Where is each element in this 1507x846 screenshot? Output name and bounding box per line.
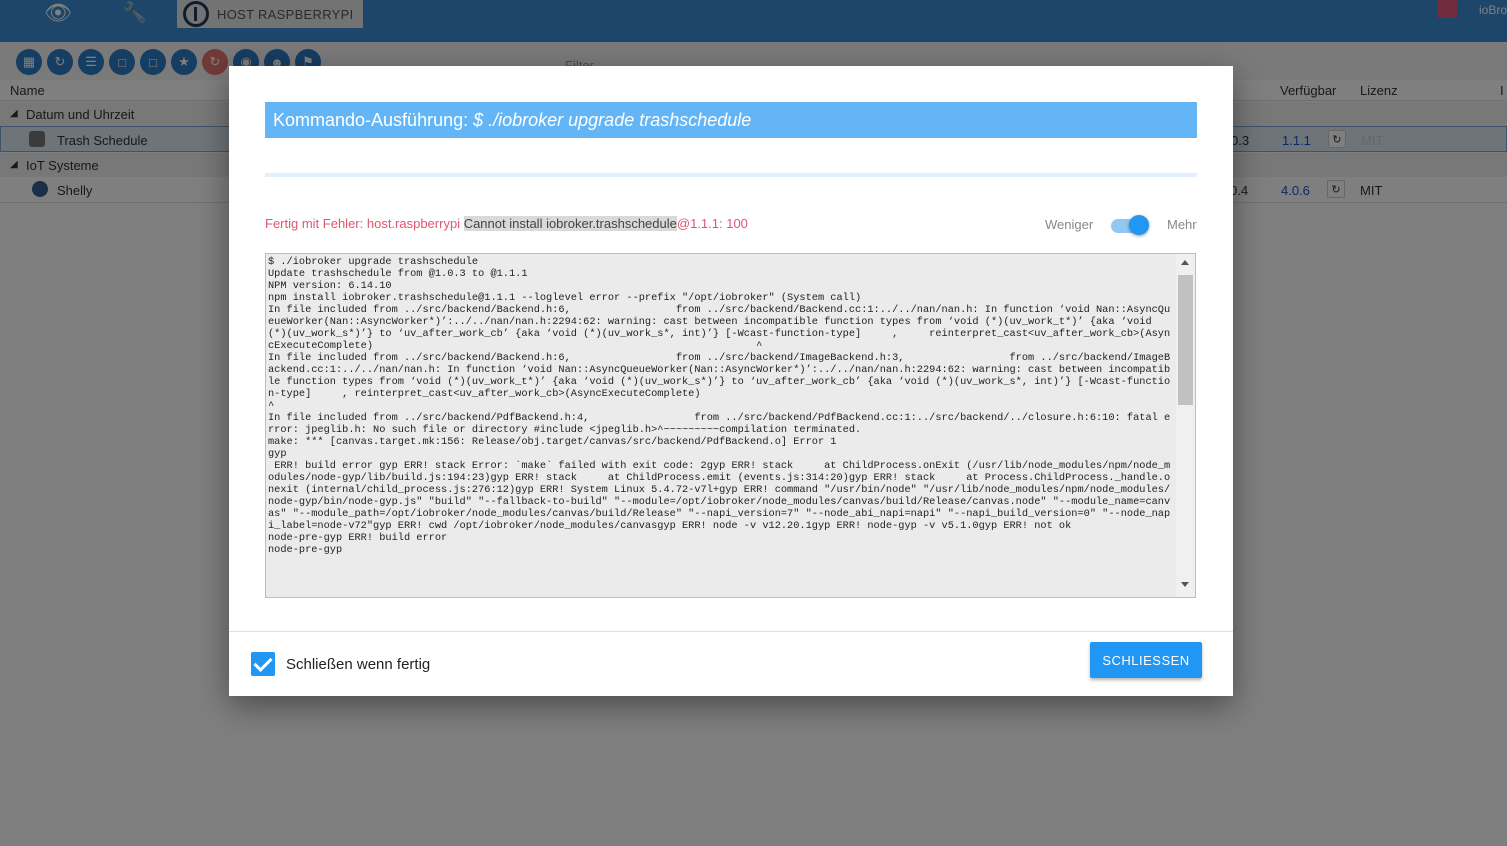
dialog-title-command: $ ./iobroker upgrade trashschedule [473,110,752,130]
status-suffix: @1.1.1: 100 [676,216,748,231]
log-line: node-pre-gyp ERR! build error [268,532,448,544]
toggle-less-label: Weniger [1045,217,1094,232]
status-prefix: Fertig mit Fehler: host.raspberrypi [265,216,464,231]
dialog-title: Kommando-Ausführung: $ ./iobroker upgrad… [265,102,1197,138]
log-line: gyp [268,448,287,460]
command-log[interactable]: $ ./iobroker upgrade trashschedule Update… [265,253,1196,598]
log-line: In file included from ../src/backend/Pdf… [268,412,1171,436]
close-when-done-checkbox[interactable] [251,652,275,676]
status-message: Fertig mit Fehler: host.raspberrypi Cann… [265,216,748,231]
log-line: ERR! build error gyp ERR! stack Error: `… [268,460,1171,532]
log-scrollbar[interactable] [1176,254,1195,597]
scroll-thumb[interactable] [1178,275,1193,405]
log-line: make: *** [canvas.target.mk:156: Release… [268,436,837,448]
log-line: NPM version: 6.14.10 [268,280,392,292]
status-highlight: Cannot install iobroker.trashschedule [463,216,677,231]
scroll-up-icon[interactable] [1181,260,1189,265]
toggle-more-label: Mehr [1167,217,1197,232]
log-line: ^ [268,400,275,412]
log-line: In file included from ../src/backend/Bac… [268,304,1171,352]
toggle-switch-knob[interactable] [1129,215,1149,235]
log-line: $ ./iobroker upgrade trashschedule [268,256,479,268]
close-when-done-label[interactable]: Schließen wenn fertig [286,656,430,673]
log-line: npm install iobroker.trashschedule@1.1.1… [268,292,862,304]
log-line: In file included from ../src/backend/Bac… [268,352,1171,400]
log-line: node-pre-gyp [268,544,343,556]
log-line: Update trashschedule from @1.0.3 to @1.1… [268,268,528,280]
log-output: $ ./iobroker upgrade trashschedule Update… [268,256,1173,596]
dialog-title-prefix: Kommando-Ausführung: [273,110,474,130]
command-dialog: Kommando-Ausführung: $ ./iobroker upgrad… [229,66,1233,696]
dialog-divider [229,631,1233,632]
close-button[interactable]: SCHLIESSEN [1090,642,1202,678]
progress-bar [265,173,1197,177]
scroll-down-icon[interactable] [1181,582,1189,587]
